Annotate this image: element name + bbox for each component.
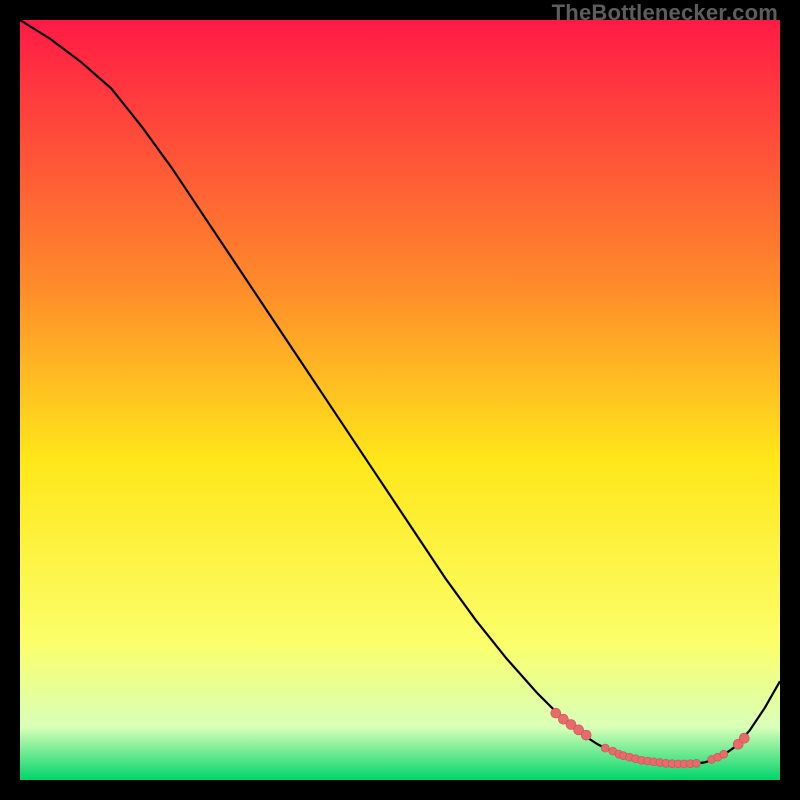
watermark-text: TheBottlenecker.com — [552, 0, 778, 26]
marker-dot — [581, 730, 591, 740]
marker-dot — [601, 744, 609, 752]
chart-frame: TheBottlenecker.com — [0, 0, 800, 800]
bottleneck-chart — [20, 20, 780, 780]
marker-dot — [739, 733, 749, 743]
heat-gradient — [20, 20, 780, 780]
marker-dot — [692, 759, 700, 767]
marker-dot — [720, 750, 728, 758]
